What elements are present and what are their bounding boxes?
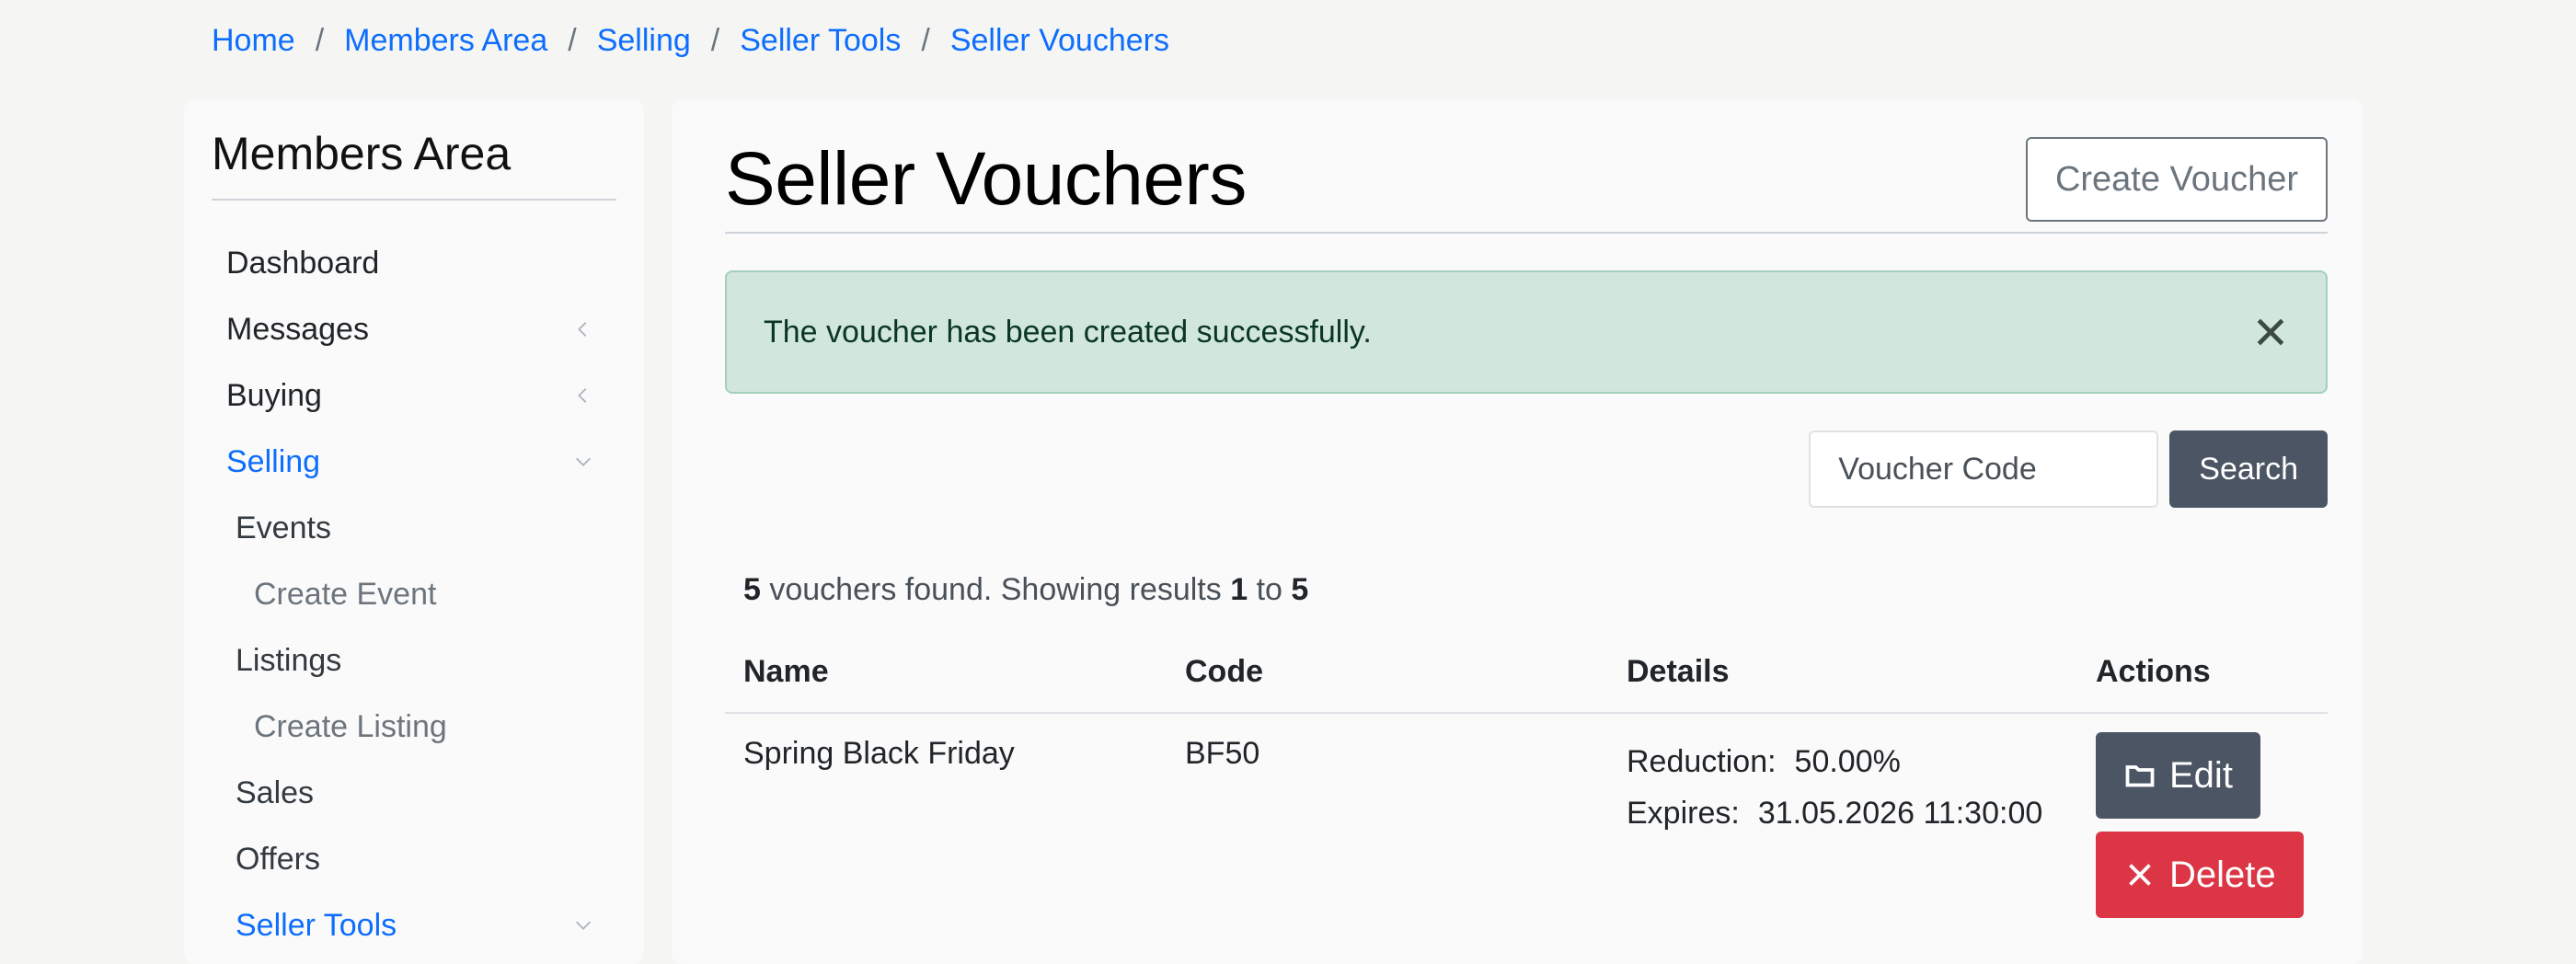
reduction-label: Reduction: xyxy=(1627,744,1777,779)
delete-label: Delete xyxy=(2169,854,2276,895)
main-content: Seller Vouchers Create Voucher The vouch… xyxy=(672,99,2363,964)
breadcrumb-members-area[interactable]: Members Area xyxy=(344,18,547,63)
breadcrumb-home[interactable]: Home xyxy=(212,18,295,63)
sidebar-item-label: Buying xyxy=(226,377,322,413)
breadcrumb-separator: / xyxy=(315,23,325,58)
vouchers-table: Name Code Details Actions Spring Black F… xyxy=(725,654,2328,918)
sidebar-item-dashboard[interactable]: Dashboard xyxy=(212,230,616,296)
sidebar-item-label: Offers xyxy=(236,841,320,877)
sidebar-item-messages[interactable]: Messages xyxy=(212,296,616,362)
results-text: vouchers found. Showing results xyxy=(760,572,1231,607)
table-row: Spring Black Friday BF50 Reduction: 50.00… xyxy=(725,713,2328,918)
success-alert: The voucher has been created successfull… xyxy=(725,270,2328,394)
results-count: 5 xyxy=(743,572,761,607)
breadcrumb-separator: / xyxy=(921,23,930,58)
sidebar-item-offers[interactable]: Offers xyxy=(212,826,616,892)
column-header-name: Name xyxy=(725,654,1167,714)
sidebar-item-label: Dashboard xyxy=(226,245,380,281)
breadcrumb-seller-tools[interactable]: Seller Tools xyxy=(740,18,901,63)
voucher-code: BF50 xyxy=(1185,736,1260,771)
sidebar-item-label: Create Listing xyxy=(254,708,447,744)
edit-label: Edit xyxy=(2169,754,2233,796)
page-header: Seller Vouchers Create Voucher xyxy=(725,127,2328,234)
folder-icon xyxy=(2125,765,2155,787)
expires-line: Expires: 31.05.2026 11:30:00 xyxy=(1627,787,2059,839)
voucher-details: Reduction: 50.00% Expires: 31.05.2026 11:3… xyxy=(1608,713,2077,918)
sidebar-item-seller-tools[interactable]: Seller Tools xyxy=(212,892,616,958)
column-header-details: Details xyxy=(1608,654,2077,714)
edit-button[interactable]: Edit xyxy=(2096,732,2260,819)
results-to-word: to xyxy=(1248,572,1292,607)
expires-value: 31.05.2026 11:30:00 xyxy=(1757,796,2043,831)
sidebar-item-listings[interactable]: Listings xyxy=(212,627,616,694)
results-to: 5 xyxy=(1291,572,1309,607)
expires-label: Expires: xyxy=(1627,796,1740,831)
results-summary: 5 vouchers found. Showing results 1 to 5 xyxy=(743,572,2328,608)
reduction-value: 50.00% xyxy=(1794,744,1901,779)
close-icon[interactable] xyxy=(2250,312,2291,352)
results-from: 1 xyxy=(1230,572,1248,607)
sidebar-item-label: Create Event xyxy=(254,576,437,612)
sidebar: Members Area Dashboard Messages Buying S… xyxy=(184,99,644,964)
sidebar-item-label: Messages xyxy=(226,311,369,347)
sidebar-item-sales[interactable]: Sales xyxy=(212,760,616,826)
chevron-left-icon xyxy=(572,384,594,407)
sidebar-item-selling[interactable]: Selling xyxy=(212,429,616,495)
column-header-code: Code xyxy=(1167,654,1608,714)
voucher-name: Spring Black Friday xyxy=(743,736,1015,771)
breadcrumb-separator: / xyxy=(568,23,577,58)
voucher-actions: Edit Delete xyxy=(2077,713,2328,918)
sidebar-item-buying[interactable]: Buying xyxy=(212,362,616,429)
table-header-row: Name Code Details Actions xyxy=(725,654,2328,714)
page-title: Seller Vouchers xyxy=(725,137,1247,221)
breadcrumb: Home / Members Area / Selling / Seller T… xyxy=(212,18,1169,63)
voucher-code-input[interactable] xyxy=(1809,430,2159,508)
chevron-down-icon xyxy=(572,914,594,936)
sidebar-item-label: Selling xyxy=(226,443,321,479)
alert-message: The voucher has been created successfull… xyxy=(764,314,1372,350)
search-button[interactable]: Search xyxy=(2169,430,2328,508)
breadcrumb-separator: / xyxy=(710,23,720,58)
column-header-actions: Actions xyxy=(2077,654,2328,714)
chevron-left-icon xyxy=(572,318,594,340)
reduction-line: Reduction: 50.00% xyxy=(1627,736,2059,787)
x-icon xyxy=(2129,864,2151,886)
sidebar-item-label: Listings xyxy=(236,642,342,678)
sidebar-nav: Dashboard Messages Buying Selling Events… xyxy=(212,230,616,958)
sidebar-item-create-event[interactable]: Create Event xyxy=(212,561,616,627)
chevron-down-icon xyxy=(572,451,594,473)
sidebar-item-label: Events xyxy=(236,510,331,545)
search-form: Search xyxy=(725,430,2328,508)
breadcrumb-seller-vouchers[interactable]: Seller Vouchers xyxy=(950,18,1169,63)
breadcrumb-selling[interactable]: Selling xyxy=(597,18,691,63)
create-voucher-button[interactable]: Create Voucher xyxy=(2025,137,2328,222)
sidebar-title: Members Area xyxy=(212,127,616,201)
sidebar-item-events[interactable]: Events xyxy=(212,495,616,561)
delete-button[interactable]: Delete xyxy=(2096,832,2304,918)
sidebar-item-label: Sales xyxy=(236,775,315,810)
sidebar-item-create-listing[interactable]: Create Listing xyxy=(212,694,616,760)
action-buttons: Edit Delete xyxy=(2096,732,2309,918)
sidebar-item-label: Seller Tools xyxy=(236,907,397,943)
